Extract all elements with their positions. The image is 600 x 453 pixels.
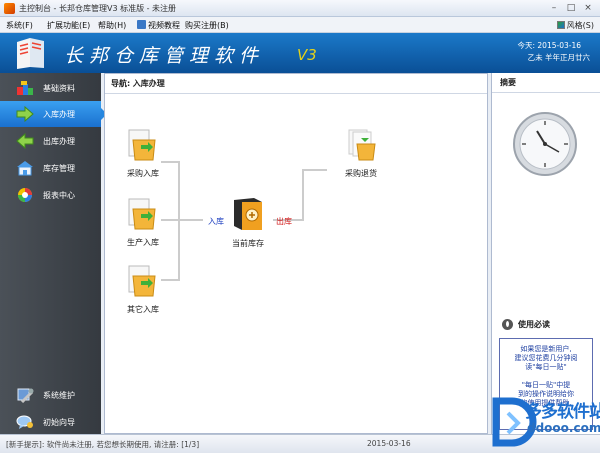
folder-in-icon <box>128 198 156 230</box>
current-stock-button[interactable]: 当前库存 <box>226 196 270 249</box>
window-title: 主控制台 - 长邦仓库管理V3 标准版 - 未注册 <box>19 4 177 13</box>
warehouse-icon <box>15 160 34 177</box>
building-blocks-icon <box>15 80 34 97</box>
app-version: V3 <box>297 46 317 64</box>
title-bar: 主控制台 - 长邦仓库管理V3 标准版 - 未注册 – □ × <box>0 0 600 17</box>
today-date: 今天: 2015-03-16 <box>517 41 582 50</box>
video-icon <box>137 20 146 29</box>
banner: 长邦仓库管理软件 V3 今天: 2015-03-16 乙未 羊年正月廿六 <box>0 33 600 73</box>
other-in-label: 其它入库 <box>127 305 159 314</box>
must-read[interactable]: 使用必读 <box>502 319 550 330</box>
skin-icon <box>556 21 565 29</box>
current-stock-label: 当前库存 <box>232 239 264 248</box>
skin-button[interactable]: 风格(S) <box>556 19 594 31</box>
purchase-in-button[interactable]: 采购入库 <box>119 128 167 179</box>
minimize-icon[interactable]: – <box>548 3 560 14</box>
info-drop-icon <box>502 319 513 330</box>
menu-extension[interactable]: 扩展功能(E) <box>47 20 90 31</box>
in-label: 入库 <box>208 217 224 226</box>
production-in-button[interactable]: 生产入库 <box>119 197 167 248</box>
summary-title: 摘要 <box>492 73 600 93</box>
sidebar-item-label: 初始向导 <box>43 417 75 427</box>
watermark-text: 多多软件站 <box>525 402 600 422</box>
sidebar-item-basic-data[interactable]: 基础资料 <box>0 75 101 101</box>
app-title: 长邦仓库管理软件 <box>64 45 265 67</box>
sidebar-item-label: 报表中心 <box>43 190 75 200</box>
lunar-date: 乙未 羊年正月廿六 <box>527 53 590 62</box>
folder-return-icon <box>348 129 376 161</box>
sidebar-item-label: 出库办理 <box>43 136 75 146</box>
purchase-return-button[interactable]: 采购退货 <box>337 128 385 179</box>
sidebar: 基础资料 入库办理 出库办理 库存管理 报表中心 系统维护 初始向导 <box>0 73 107 435</box>
must-read-label: 使用必读 <box>518 320 550 329</box>
folder-in-icon <box>128 129 156 161</box>
notice-line: 建议您花费几分钟阅 <box>514 354 578 362</box>
app-logo-icon <box>4 3 15 14</box>
other-in-button[interactable]: 其它入库 <box>119 264 167 315</box>
sidebar-item-label: 库存管理 <box>43 163 75 173</box>
sidebar-item-stock-in[interactable]: 入库办理 <box>0 101 107 127</box>
out-label: 出库 <box>276 217 292 226</box>
tools-icon <box>15 387 34 404</box>
sidebar-item-stock-out[interactable]: 出库办理 <box>0 128 101 154</box>
maximize-icon[interactable]: □ <box>565 3 577 14</box>
sidebar-item-label: 基础资料 <box>43 83 75 93</box>
purchase-in-label: 采购入库 <box>127 169 159 178</box>
notice-line <box>500 372 592 381</box>
book-logo-icon <box>17 38 44 69</box>
arrow-left-icon <box>15 133 34 150</box>
menu-help[interactable]: 帮助(H) <box>98 20 126 31</box>
production-in-label: 生产入库 <box>127 238 159 247</box>
clock-icon <box>513 112 577 176</box>
close-icon[interactable]: × <box>582 3 594 14</box>
sidebar-item-label: 系统维护 <box>43 390 75 400</box>
arrow-right-icon <box>15 106 34 123</box>
menu-purchase-register[interactable]: 购买注册(B) <box>185 20 229 31</box>
sidebar-item-system-maintenance[interactable]: 系统维护 <box>0 382 101 408</box>
chat-guide-icon <box>15 414 34 431</box>
stock-book-icon <box>234 198 262 230</box>
purchase-return-label: 采购退货 <box>345 169 377 178</box>
notice-line: "每日一贴"中提 <box>521 381 571 389</box>
sidebar-item-initial-wizard[interactable]: 初始向导 <box>0 409 101 435</box>
chart-wheel-icon <box>15 187 34 204</box>
sidebar-item-reports[interactable]: 报表中心 <box>0 182 101 208</box>
folder-in-icon <box>128 265 156 297</box>
skin-label: 风格(S) <box>566 20 594 30</box>
menu-system[interactable]: 系统(F) <box>6 20 33 31</box>
sidebar-item-inventory[interactable]: 库存管理 <box>0 155 101 181</box>
sidebar-item-label: 入库办理 <box>43 109 75 119</box>
menu-bar: 系统(F) 扩展功能(E) 帮助(H) 视频教程 购买注册(B) 风格(S) <box>0 17 600 33</box>
notice-line: 如果您是新用户, <box>520 345 572 353</box>
main-panel: 导航: 入库办理 采购入库 生产入库 其它入库 入库 出库 当前库存 采购退货 <box>104 73 488 434</box>
watermark-url: ddooo.com <box>527 421 600 435</box>
notice-line: 读"每日一贴" <box>525 363 567 371</box>
status-tip: [新手提示]: 软件尚未注册, 若您想长期使用, 请注册: [1/3] <box>6 440 200 449</box>
menu-video-tutorial[interactable]: 视频教程 <box>148 20 180 31</box>
status-date: 2015-03-16 <box>367 439 411 448</box>
